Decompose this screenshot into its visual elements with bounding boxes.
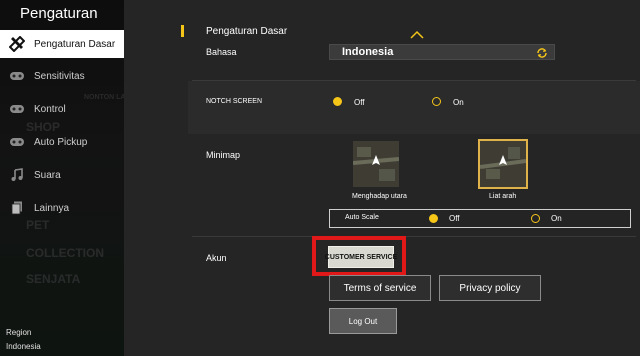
- sidebar-item-auto-pickup[interactable]: Auto Pickup: [0, 128, 124, 156]
- notch-row: [188, 81, 640, 134]
- privacy-policy-button[interactable]: Privacy policy: [439, 275, 541, 301]
- minimap-label: Minimap: [206, 150, 241, 160]
- music-icon: [8, 166, 26, 184]
- terms-of-service-button[interactable]: Terms of service: [329, 275, 431, 301]
- highlight-box: [312, 236, 406, 276]
- language-select[interactable]: Indonesia: [329, 44, 555, 60]
- minimap-north-label: Menghadap utara: [352, 193, 407, 200]
- notch-off-label: Off: [354, 98, 365, 107]
- sidebar-item-label: Sensitivitas: [34, 70, 85, 82]
- language-label: Bahasa: [206, 47, 237, 57]
- sidebar-item-kontrol[interactable]: Kontrol: [0, 95, 124, 123]
- cycle-icon: [536, 46, 548, 64]
- logout-button[interactable]: Log Out: [329, 308, 397, 334]
- region-value: Indonesia: [6, 342, 41, 351]
- region-label: Region: [6, 328, 32, 337]
- sidebar-item-suara[interactable]: Suara: [0, 161, 124, 189]
- background-art: COLLECTION: [26, 246, 104, 260]
- sidebar-item-label: Pengaturan Dasar: [34, 38, 116, 50]
- auto-scale-label: Auto Scale: [345, 214, 379, 221]
- auto-scale-off-radio[interactable]: [429, 214, 438, 223]
- notch-label: NOTCH SCREEN: [206, 98, 263, 105]
- auto-scale-on-radio[interactable]: [531, 214, 540, 223]
- auto-scale-off-label: Off: [449, 214, 460, 223]
- gamepad-icon: [8, 67, 26, 85]
- gamepad-icon: [8, 133, 26, 151]
- notch-on-radio[interactable]: [432, 97, 441, 106]
- sidebar-item-pengaturan-dasar[interactable]: Pengaturan Dasar: [0, 30, 124, 58]
- sidebar-item-lainnya[interactable]: Lainnya: [0, 194, 124, 222]
- region-info: Region Indonesia: [6, 326, 41, 354]
- account-label: Akun: [206, 253, 227, 263]
- minimap-direction-thumbnail[interactable]: [478, 139, 528, 189]
- document-icon: [8, 199, 26, 217]
- minimap-north-thumbnail[interactable]: [353, 141, 399, 187]
- sidebar-item-label: Lainnya: [34, 202, 70, 214]
- sidebar-title: Pengaturan: [20, 5, 98, 22]
- chevron-up-icon[interactable]: [410, 26, 424, 44]
- sidebar-item-label: Auto Pickup: [34, 136, 88, 148]
- sidebar-item-label: Kontrol: [34, 103, 66, 115]
- divider: [192, 236, 636, 237]
- notch-on-label: On: [453, 98, 464, 107]
- minimap-direction-label: Liat arah: [489, 193, 517, 200]
- sidebar-item-label: Suara: [34, 169, 61, 181]
- sidebar-item-sensitivitas[interactable]: Sensitivitas: [0, 62, 124, 90]
- gamepad-icon: [8, 100, 26, 118]
- background-art: SENJATA: [26, 272, 81, 286]
- section-marker: [181, 25, 184, 37]
- sidebar: NONTON LA SHOP PET COLLECTION SENJATA Pe…: [0, 0, 124, 356]
- tools-icon: [8, 35, 26, 53]
- notch-off-radio[interactable]: [333, 97, 342, 106]
- language-value: Indonesia: [342, 46, 394, 58]
- section-title: Pengaturan Dasar: [206, 26, 288, 37]
- auto-scale-on-label: On: [551, 214, 562, 223]
